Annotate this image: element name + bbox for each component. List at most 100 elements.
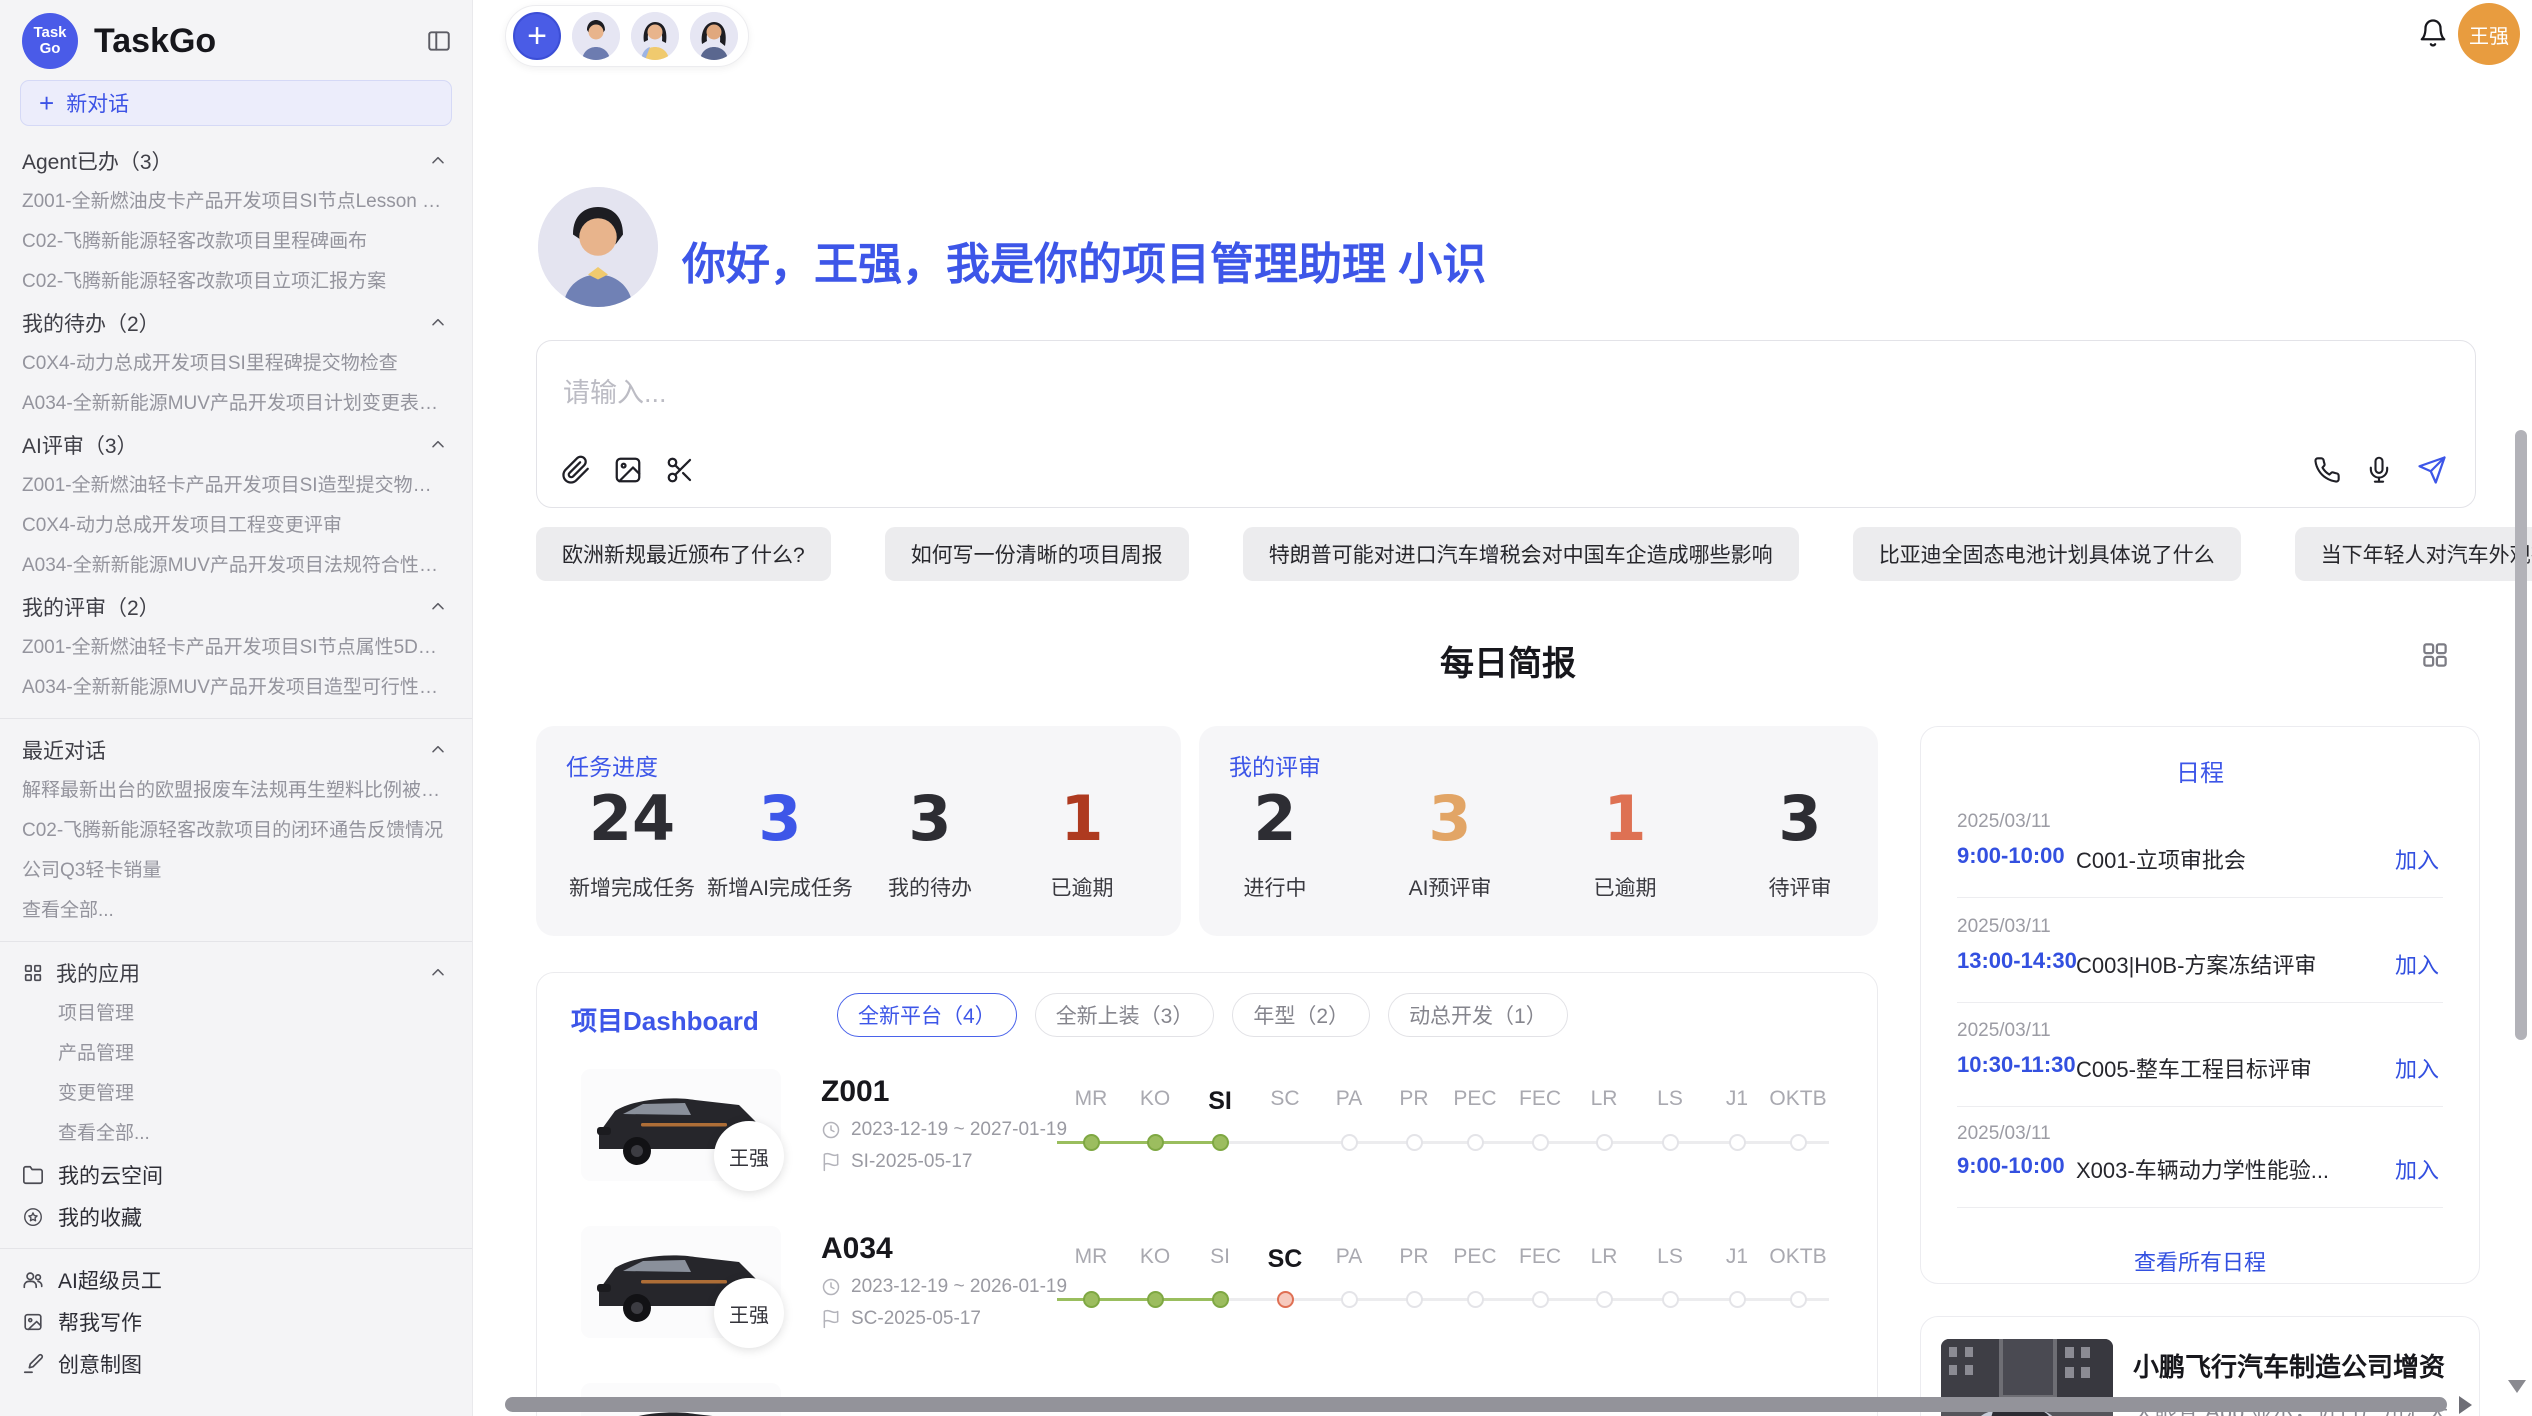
- my-app-item[interactable]: 查看全部...: [0, 1114, 472, 1154]
- project-code[interactable]: A034: [821, 1232, 893, 1266]
- milestone-node-FEC[interactable]: [1532, 1291, 1549, 1308]
- chevron-up-icon[interactable]: [428, 963, 448, 983]
- milestone-node-SI[interactable]: [1212, 1291, 1229, 1308]
- milestone-node-LR[interactable]: [1596, 1134, 1613, 1151]
- mic-icon[interactable]: [2365, 456, 2393, 484]
- my-app-item[interactable]: 产品管理: [0, 1034, 472, 1074]
- phone-icon[interactable]: [2313, 456, 2341, 484]
- milestone-node-PA[interactable]: [1341, 1134, 1358, 1151]
- sidebar-task-item[interactable]: A034-全新新能源MUV产品开发项目计划变更表编写: [0, 384, 472, 424]
- event-date: 2025/03/11: [1957, 811, 2051, 833]
- recent-chat-item[interactable]: 查看全部...: [0, 891, 472, 931]
- chevron-up-icon[interactable]: [428, 435, 448, 455]
- scroll-down-arrow-icon[interactable]: [2508, 1380, 2526, 1393]
- sidebar-section-3[interactable]: 我的评审（2）: [0, 586, 472, 628]
- chat-input[interactable]: 请输入...: [536, 340, 2476, 508]
- recent-chat-item[interactable]: 公司Q3轻卡销量: [0, 851, 472, 891]
- chevron-up-icon[interactable]: [428, 740, 448, 760]
- milestone-node-LS[interactable]: [1662, 1291, 1679, 1308]
- join-meeting-link[interactable]: 加入: [2395, 1153, 2439, 1185]
- milestone-node-SI[interactable]: [1212, 1134, 1229, 1151]
- user-avatar[interactable]: 王强: [2458, 3, 2520, 65]
- suggestion-chip[interactable]: 特朗普可能对进口汽车增税会对中国车企造成哪些影响: [1243, 527, 1799, 581]
- event-title: C001-立项审批会: [2076, 843, 2246, 875]
- dashboard-tab[interactable]: 年型（2）: [1232, 993, 1370, 1037]
- milestone-node-LS[interactable]: [1662, 1134, 1679, 1151]
- attachment-icon[interactable]: [561, 455, 591, 485]
- sidebar-task-item[interactable]: Z001-全新燃油轻卡产品开发项目SI节点属性5D文件评审: [0, 628, 472, 668]
- sidebar-link-cloud[interactable]: 我的云空间: [0, 1154, 472, 1196]
- sidebar-task-item[interactable]: Z001-全新燃油皮卡产品开发项目SI节点Lesson Learn报告: [0, 182, 472, 222]
- send-icon[interactable]: [2417, 455, 2447, 485]
- milestone-node-J1[interactable]: [1729, 1291, 1746, 1308]
- sidebar-task-item[interactable]: C0X4-动力总成开发项目SI里程碑提交物检查: [0, 344, 472, 384]
- sidebar-tool-0[interactable]: AI超级员工: [0, 1259, 472, 1301]
- recent-chat-item[interactable]: C02-飞腾新能源轻客改款项目的闭环通告反馈情况: [0, 811, 472, 851]
- chevron-up-icon[interactable]: [428, 597, 448, 617]
- scissors-icon[interactable]: [665, 455, 695, 485]
- milestone-node-PR[interactable]: [1406, 1134, 1423, 1151]
- briefing-layout-icon[interactable]: [2420, 640, 2450, 675]
- dashboard-tab[interactable]: 全新平台（4）: [837, 993, 1017, 1037]
- collapse-sidebar-icon[interactable]: [426, 28, 452, 54]
- sidebar-task-item[interactable]: C02-飞腾新能源轻客改款项目立项汇报方案: [0, 262, 472, 302]
- scroll-right-arrow-icon[interactable]: [2459, 1396, 2472, 1414]
- my-app-item[interactable]: 项目管理: [0, 994, 472, 1034]
- recent-chat-item[interactable]: 解释最新出台的欧盟报废车法规再生塑料比例被调至15%...: [0, 771, 472, 811]
- sidebar-task-item[interactable]: A034-全新新能源MUV产品开发项目造型可行性评审: [0, 668, 472, 708]
- chevron-up-icon[interactable]: [428, 313, 448, 333]
- my-app-item[interactable]: 变更管理: [0, 1074, 472, 1114]
- suggestion-chip[interactable]: 欧洲新规最近颁布了什么?: [536, 527, 831, 581]
- notifications-bell-icon[interactable]: [2418, 18, 2448, 53]
- milestone-node-MR[interactable]: [1083, 1134, 1100, 1151]
- sidebar-task-item[interactable]: C02-飞腾新能源轻客改款项目里程碑画布: [0, 222, 472, 262]
- milestone-node-PEC[interactable]: [1467, 1291, 1484, 1308]
- milestone-node-OKTB[interactable]: [1790, 1291, 1807, 1308]
- join-meeting-link[interactable]: 加入: [2395, 948, 2439, 980]
- project-code[interactable]: Z001: [821, 1075, 889, 1109]
- sidebar-section-1[interactable]: 我的待办（2）: [0, 302, 472, 344]
- sidebar-tool-2[interactable]: 创意制图: [0, 1343, 472, 1385]
- stat-我的待办: 3我的待办: [855, 784, 1005, 902]
- greeting-text: 你好，王强，我是你的项目管理助理 小识: [682, 228, 1486, 292]
- stat-新增完成任务: 24新增完成任务: [557, 784, 707, 902]
- join-meeting-link[interactable]: 加入: [2395, 1052, 2439, 1084]
- sidebar-task-item[interactable]: A034-全新新能源MUV产品开发项目法规符合性评审: [0, 546, 472, 586]
- suggestion-chip[interactable]: 如何写一份清晰的项目周报: [885, 527, 1189, 581]
- agent-avatar-2[interactable]: [631, 12, 679, 60]
- favorites-icon: [22, 1206, 44, 1228]
- sidebar-link-favorites[interactable]: 我的收藏: [0, 1196, 472, 1238]
- vertical-scrollbar[interactable]: [2515, 430, 2527, 1040]
- image-icon[interactable]: [613, 455, 643, 485]
- dashboard-tab[interactable]: 全新上装（3）: [1035, 993, 1215, 1037]
- milestone-node-PEC[interactable]: [1467, 1134, 1484, 1151]
- sidebar-section-0[interactable]: Agent已办（3）: [0, 140, 472, 182]
- milestone-node-SC[interactable]: [1277, 1291, 1294, 1308]
- milestone-node-OKTB[interactable]: [1790, 1134, 1807, 1151]
- milestone-node-FEC[interactable]: [1532, 1134, 1549, 1151]
- sidebar-section-2[interactable]: AI评审（3）: [0, 424, 472, 466]
- agent-avatar-1[interactable]: [572, 12, 620, 60]
- sidebar-section-my-apps[interactable]: 我的应用: [0, 952, 472, 994]
- milestone-node-J1[interactable]: [1729, 1134, 1746, 1151]
- milestone-node-KO[interactable]: [1147, 1134, 1164, 1151]
- horizontal-scrollbar[interactable]: [505, 1397, 2447, 1412]
- agent-avatar-3[interactable]: [690, 12, 738, 60]
- suggestion-chip[interactable]: 当下年轻人对汽车外观有怎样的喜好趋势: [2295, 527, 2532, 581]
- dashboard-tab[interactable]: 动总开发（1）: [1388, 993, 1568, 1037]
- sidebar-task-item[interactable]: C0X4-动力总成开发项目工程变更评审: [0, 506, 472, 546]
- sidebar-tool-1[interactable]: 帮我写作: [0, 1301, 472, 1343]
- sidebar-task-item[interactable]: Z001-全新燃油轻卡产品开发项目SI造型提交物评审: [0, 466, 472, 506]
- chevron-up-icon[interactable]: [428, 151, 448, 171]
- join-meeting-link[interactable]: 加入: [2395, 843, 2439, 875]
- view-all-schedule-link[interactable]: 查看所有日程: [1921, 1245, 2479, 1277]
- milestone-node-LR[interactable]: [1596, 1291, 1613, 1308]
- add-agent-button[interactable]: +: [513, 12, 561, 60]
- milestone-node-PA[interactable]: [1341, 1291, 1358, 1308]
- milestone-node-KO[interactable]: [1147, 1291, 1164, 1308]
- suggestion-chip[interactable]: 比亚迪全固态电池计划具体说了什么: [1853, 527, 2241, 581]
- new-chat-button[interactable]: + 新对话: [20, 80, 452, 126]
- milestone-node-MR[interactable]: [1083, 1291, 1100, 1308]
- milestone-node-PR[interactable]: [1406, 1291, 1423, 1308]
- sidebar-section-recent[interactable]: 最近对话: [0, 729, 472, 771]
